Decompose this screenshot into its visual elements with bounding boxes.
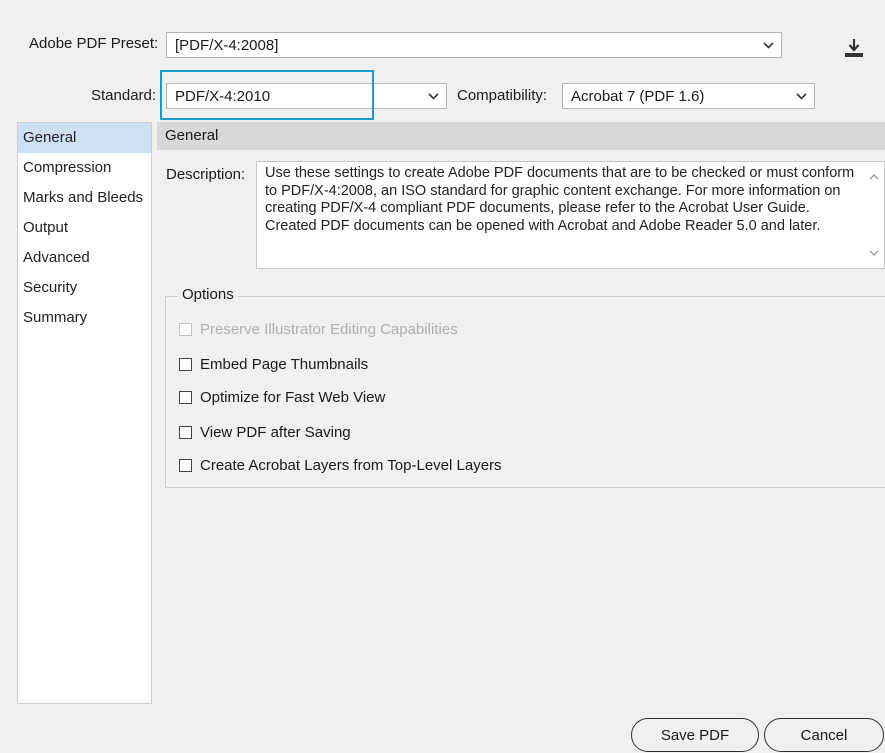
description-text: Use these settings to create Adobe PDF d… [265, 165, 855, 234]
section-title: General [165, 127, 219, 144]
checkbox[interactable] [179, 459, 192, 472]
compatibility-value: Acrobat 7 (PDF 1.6) [571, 87, 705, 105]
description-textarea[interactable]: Use these settings to create Adobe PDF d… [256, 161, 885, 269]
cancel-button[interactable]: Cancel [764, 718, 884, 752]
chevron-down-icon [788, 84, 814, 108]
checkbox [179, 323, 192, 336]
highlight-box [160, 70, 374, 120]
checkbox[interactable] [179, 426, 192, 439]
preset-value: [PDF/X-4:2008] [175, 36, 279, 54]
scroll-down-icon[interactable] [869, 245, 879, 263]
sidebar-item-output[interactable]: Output [18, 213, 151, 243]
scroll-up-icon[interactable] [869, 168, 879, 186]
sidebar-item-marks-and-bleeds[interactable]: Marks and Bleeds [18, 183, 151, 213]
compatibility-select[interactable]: Acrobat 7 (PDF 1.6) [562, 83, 815, 109]
option-preserve-editing: Preserve Illustrator Editing Capabilitie… [179, 321, 458, 338]
sidebar: General Compression Marks and Bleeds Out… [17, 122, 152, 704]
options-title: Options [178, 286, 238, 303]
option-label: Embed Page Thumbnails [200, 356, 369, 373]
compatibility-label: Compatibility: [457, 87, 548, 104]
sidebar-item-compression[interactable]: Compression [18, 153, 151, 183]
option-label: Preserve Illustrator Editing Capabilitie… [200, 321, 458, 338]
option-label: Optimize for Fast Web View [200, 389, 386, 406]
option-fast-web-view[interactable]: Optimize for Fast Web View [179, 389, 385, 406]
checkbox[interactable] [179, 358, 192, 371]
section-header: General [157, 122, 885, 150]
checkbox[interactable] [179, 391, 192, 404]
option-acrobat-layers[interactable]: Create Acrobat Layers from Top-Level Lay… [179, 457, 502, 474]
save-pdf-button[interactable]: Save PDF [631, 718, 759, 752]
sidebar-item-general[interactable]: General [18, 123, 151, 153]
option-embed-thumbnails[interactable]: Embed Page Thumbnails [179, 356, 368, 373]
description-label: Description: [166, 166, 246, 183]
standard-label: Standard: [91, 87, 157, 104]
option-label: Create Acrobat Layers from Top-Level Lay… [200, 457, 502, 474]
download-icon[interactable] [843, 37, 865, 59]
sidebar-item-advanced[interactable]: Advanced [18, 243, 151, 273]
option-view-after-saving[interactable]: View PDF after Saving [179, 424, 351, 441]
preset-label: Adobe PDF Preset: [29, 35, 159, 52]
sidebar-item-security[interactable]: Security [18, 273, 151, 303]
chevron-down-icon [420, 84, 446, 108]
chevron-down-icon [755, 33, 781, 57]
option-label: View PDF after Saving [200, 424, 351, 441]
sidebar-item-summary[interactable]: Summary [18, 303, 151, 333]
preset-select[interactable]: [PDF/X-4:2008] [166, 32, 782, 58]
